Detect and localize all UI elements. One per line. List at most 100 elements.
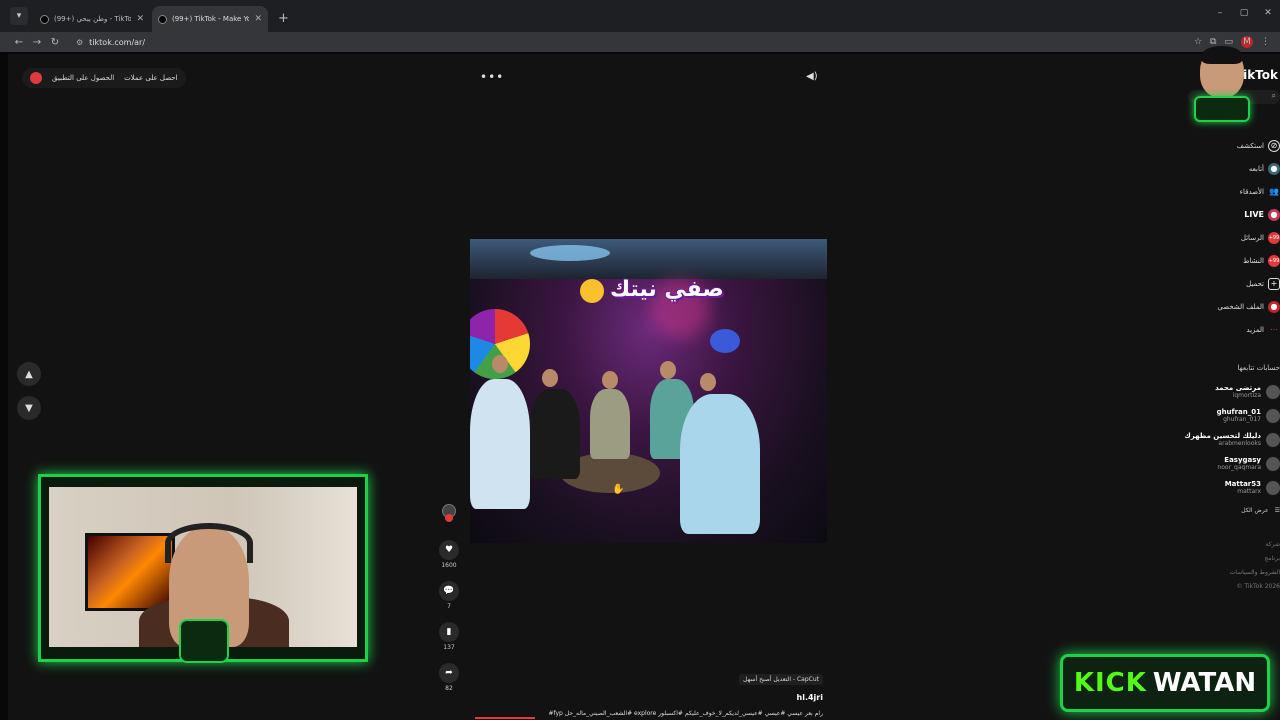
sidebar-item-following[interactable]: ● أتابعه — [1186, 157, 1280, 180]
headset — [165, 523, 253, 563]
browser-toolbar: ← → ↻ ⚙ tiktok.com/ar/ ☆ ⧉ ▭ M ⋮ — [0, 32, 1280, 52]
sidebar-item-profile[interactable]: ● الملف الشخصي — [1186, 295, 1280, 318]
streamer-logo-badge — [179, 619, 229, 663]
browser-menu-icon[interactable]: ⋮ — [1261, 37, 1270, 47]
footer-link[interactable]: شركة — [1230, 538, 1280, 552]
close-tab-icon[interactable]: ✕ — [136, 14, 144, 24]
video-player[interactable]: صفي نيتك — [470, 239, 827, 543]
tab-search-button[interactable]: ▾ — [10, 7, 28, 25]
author-handle[interactable]: hl.4jri — [478, 693, 823, 702]
avatar — [1266, 457, 1280, 471]
video-description: رام بعر عيسي #عيسي #عيسي_لديكم_لا_خوف_عل… — [548, 710, 823, 717]
window-controls: – ▢ ✕ — [1208, 8, 1280, 18]
friends-icon: 👥 — [1269, 187, 1279, 196]
right-sidebar: TikTok ⌕ ⊘ استكشف ● أتابعه 👥 الأصدقاء ● LIVE… — [1184, 64, 1280, 714]
following-item[interactable]: ghufran_01 ghufran_017 — [1186, 404, 1280, 428]
watan-word: WATAN — [1152, 668, 1257, 698]
toolbar-actions: ☆ ⧉ ▭ M ⋮ — [1194, 36, 1270, 48]
like-heart-icon[interactable]: ♥ — [439, 540, 459, 560]
following-list: مرتضى محمد iqmortiza ghufran_01 ghufran_01… — [1184, 380, 1280, 520]
more-options-icon[interactable]: ••• — [480, 70, 504, 84]
sidebar-item-activity[interactable]: 99+ النشاط — [1186, 249, 1280, 272]
previous-video-button[interactable]: ▲ — [17, 362, 41, 386]
capcut-tag[interactable]: CapCut - التعديل أصبح أسهل — [739, 674, 823, 685]
activity-icon: 99+ — [1268, 254, 1280, 267]
kick-word: KICK — [1073, 668, 1147, 698]
laughing-emoji-icon — [580, 279, 604, 303]
see-all-link[interactable]: ☰ عرض الكل — [1186, 500, 1280, 520]
screen: ▾ (99+) وطن يبحي - TikTok | 476 ✕ (99+) … — [0, 0, 1280, 720]
video-overlay-text: صفي نيتك — [610, 277, 724, 302]
search-icon: ⌕ — [1271, 91, 1276, 100]
compass-icon: ⊘ — [1268, 139, 1280, 152]
tiktok-favicon-icon — [40, 14, 49, 24]
profile-icon: ● — [1268, 300, 1280, 313]
video-actions: ♥ 1600 💬 7 ▮ 137 ➦ 82 — [438, 504, 460, 692]
bookmark-star-icon[interactable]: ☆ — [1194, 37, 1202, 47]
avatar — [1266, 409, 1280, 423]
sidebar-item-more[interactable]: ⋯ المزيد — [1186, 318, 1280, 341]
video-progress-bar[interactable] — [475, 717, 535, 719]
minimize-icon[interactable]: – — [1208, 8, 1232, 18]
promo-bar: الحصول على التطبيق احصل على عملات — [22, 68, 186, 88]
browser-tab-2[interactable]: (99+) TikTok - Make Your Day ✕ — [152, 6, 268, 32]
comment-count: 7 — [447, 603, 451, 610]
avatar — [1266, 385, 1280, 399]
share-icon[interactable]: ➦ — [439, 663, 459, 683]
more-icon: ⋯ — [1270, 325, 1278, 334]
sidebar-item-explore[interactable]: ⊘ استكشف — [1186, 134, 1280, 157]
sidebar-footer: شركة برنامج الشروط والسياسات TikTok 2026… — [1230, 538, 1280, 594]
forward-icon[interactable]: → — [28, 37, 46, 48]
tab-title: (99+) TikTok - Make Your Day — [172, 15, 250, 23]
sidebar-item-messages[interactable]: 99+ الرسائل — [1186, 226, 1280, 249]
messages-icon: 99+ — [1268, 231, 1280, 244]
profile-avatar[interactable]: M — [1241, 36, 1253, 48]
get-app-link[interactable]: الحصول على التطبيق — [52, 74, 114, 82]
comment-icon[interactable]: 💬 — [439, 581, 459, 601]
following-item[interactable]: Mattar53 mattarx — [1186, 476, 1280, 500]
follow-plus-icon[interactable] — [445, 514, 453, 522]
avatar — [1266, 481, 1280, 495]
list-icon: ☰ — [1274, 506, 1280, 514]
close-tab-icon[interactable]: ✕ — [254, 14, 262, 24]
tab-title: (99+) وطن يبحي - TikTok | 476 — [54, 15, 132, 23]
streamer-logo-top — [1192, 46, 1252, 128]
new-tab-button[interactable]: + — [278, 11, 289, 26]
tiktok-favicon-icon — [158, 14, 167, 24]
following-icon: ● — [1268, 162, 1280, 175]
live-icon: ● — [1268, 208, 1280, 221]
video-caption: CapCut - التعديل أصبح أسهل hl.4jri رام ب… — [478, 666, 823, 717]
sidebar-item-upload[interactable]: + تحميل — [1186, 272, 1280, 295]
address-bar[interactable]: ⚙ tiktok.com/ar/ — [70, 34, 1188, 50]
browser-tab-1[interactable]: (99+) وطن يبحي - TikTok | 476 ✕ — [34, 6, 150, 32]
next-video-button[interactable]: ▼ — [17, 396, 41, 420]
creator-avatar[interactable] — [442, 504, 456, 522]
close-window-icon[interactable]: ✕ — [1256, 8, 1280, 18]
tiktok-logo-icon — [30, 72, 42, 84]
sidebar-item-live[interactable]: ● LIVE — [1186, 203, 1280, 226]
sidebar-menu: ⊘ استكشف ● أتابعه 👥 الأصدقاء ● LIVE 99+ الرسا… — [1186, 134, 1280, 341]
following-item[interactable]: Easygasy noor_qaqmara — [1186, 452, 1280, 476]
footer-copyright: TikTok 2026 © — [1236, 583, 1280, 590]
site-info-icon[interactable]: ⚙ — [76, 38, 83, 47]
get-coins-link[interactable]: احصل على عملات — [124, 74, 177, 82]
upload-icon: + — [1268, 277, 1280, 290]
fireplace-tv — [85, 533, 175, 611]
following-item[interactable]: دليلك لتحسين مظهرك arabmenlooks — [1184, 428, 1280, 452]
footer-link[interactable]: برنامج — [1230, 552, 1280, 566]
bookmark-icon[interactable]: ▮ — [439, 622, 459, 642]
url-text: tiktok.com/ar/ — [89, 37, 146, 47]
volume-icon[interactable]: ◀) — [806, 71, 818, 82]
following-section-title: حسابات تتابعها — [1237, 364, 1280, 372]
streamer-webcam-overlay — [38, 474, 368, 663]
share-count: 82 — [445, 685, 453, 692]
reload-icon[interactable]: ↻ — [46, 37, 64, 48]
back-icon[interactable]: ← — [10, 37, 28, 48]
following-item[interactable]: مرتضى محمد iqmortiza — [1186, 380, 1280, 404]
kick-watan-logo: KICK WATAN — [1060, 654, 1270, 712]
save-count: 137 — [443, 644, 455, 651]
footer-link[interactable]: الشروط والسياسات — [1230, 566, 1280, 580]
like-count: 1600 — [441, 562, 457, 569]
sidebar-item-friends[interactable]: 👥 الأصدقاء — [1186, 180, 1280, 203]
maximize-icon[interactable]: ▢ — [1232, 8, 1256, 18]
